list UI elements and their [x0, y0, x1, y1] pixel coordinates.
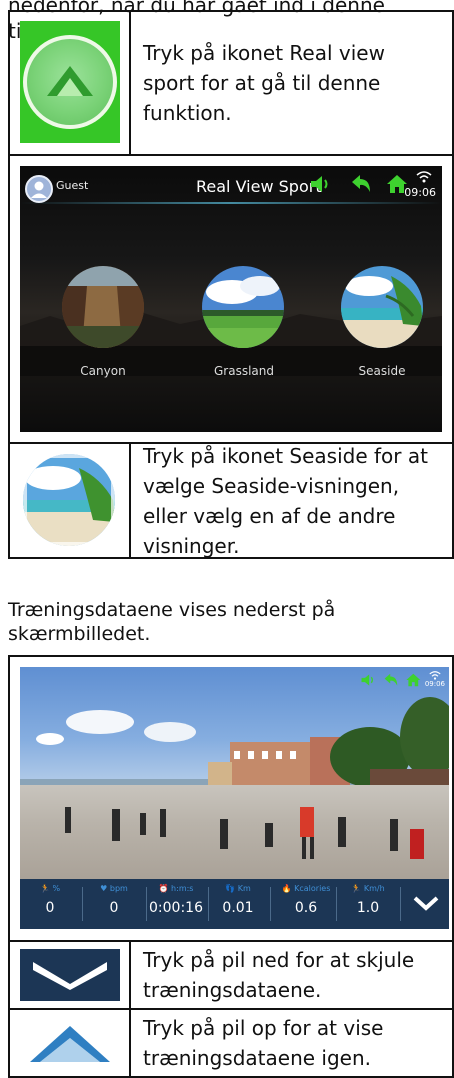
icon-cell	[10, 942, 131, 1008]
stat-incline: 🏃 % 0	[39, 884, 61, 916]
back-icon[interactable]	[383, 673, 398, 687]
stat-heart-rate: ♥ bpm 0	[100, 884, 128, 916]
training-screen: 09:06 🏃 % 0 ♥ bpm 0 ⏰ h:m:s 0:00:16 👣 Km 0.0…	[20, 667, 449, 929]
row-real-view-sport: Tryk på ikonet Real view sport for at gå…	[10, 12, 452, 156]
icon-cell	[10, 12, 131, 154]
row-show-data: Tryk på pil op for at vise træningsdatae…	[10, 1010, 452, 1076]
real-view-sport-icon	[20, 21, 120, 143]
scene-seaside[interactable]	[341, 266, 423, 348]
icon-cell	[10, 444, 131, 557]
stat-calories: 🔥 Kcalories 0.6	[281, 884, 331, 916]
volume-icon[interactable]	[361, 674, 376, 687]
instruction-table-2: 09:06 🏃 % 0 ♥ bpm 0 ⏰ h:m:s 0:00:16 👣 Km 0.0…	[8, 655, 454, 1078]
stat-speed: 🏃 Km/h 1.0	[351, 884, 385, 916]
row-hide-data: Tryk på pil ned for at skjule træningsda…	[10, 942, 452, 1010]
row-seaside: Tryk på ikonet Seaside for at vælge Seas…	[10, 443, 452, 558]
row-screenshot-training: 09:06 🏃 % 0 ♥ bpm 0 ⏰ h:m:s 0:00:16 👣 Km 0.0…	[10, 657, 452, 942]
avatar[interactable]	[25, 175, 53, 203]
wifi-icon	[429, 671, 441, 680]
training-data-bar: 🏃 % 0 ♥ bpm 0 ⏰ h:m:s 0:00:16 👣 Km 0.01 🔥 Kc…	[20, 879, 449, 929]
seaside-icon	[23, 454, 115, 546]
screen-title: Real View Sport	[196, 177, 322, 196]
row-up-text: Tryk på pil op for at vise træningsdatae…	[143, 1016, 384, 1070]
row1-text: Tryk på ikonet Real view sport for at gå…	[143, 41, 385, 125]
scene-label-seaside: Seaside	[358, 364, 406, 378]
screen-toolbar	[310, 174, 408, 194]
row-screenshot-menu: Guest Real View Sport 09:06 Canyon Grass…	[10, 156, 452, 444]
scene-label-grassland: Grassland	[214, 364, 274, 378]
scene-grassland[interactable]	[202, 266, 284, 348]
real-view-sport-screen: Guest Real View Sport 09:06 Canyon Grass…	[20, 166, 442, 432]
instruction-table-1: Tryk på ikonet Real view sport for at gå…	[8, 10, 454, 559]
row-down-text: Tryk på pil ned for at skjule træningsda…	[143, 948, 415, 1002]
clock: 09:06	[404, 186, 436, 199]
home-icon[interactable]	[406, 673, 421, 687]
chevron-up-icon	[20, 1017, 120, 1069]
row3-text: Tryk på ikonet Seaside for at vælge Seas…	[143, 443, 428, 558]
stat-time: ⏰ h:m:s 0:00:16	[149, 884, 203, 916]
chevron-down-icon[interactable]	[412, 893, 440, 913]
chevron-down-icon	[20, 949, 120, 1001]
back-icon[interactable]	[350, 174, 372, 194]
manual-page: nedenfor, når du har gået ind i denne ti…	[0, 0, 454, 1078]
stat-distance: 👣 Km 0.01	[222, 884, 254, 916]
icon-cell	[10, 1010, 131, 1076]
training-toolbar	[361, 673, 421, 687]
volume-icon[interactable]	[310, 175, 332, 193]
scene-canyon[interactable]	[62, 266, 144, 348]
user-name: Guest	[56, 179, 89, 192]
caption-training-data: Træningsdataene vises nederst på skærmbi…	[8, 599, 336, 645]
scene-label-canyon: Canyon	[80, 364, 126, 378]
wifi-icon	[416, 171, 432, 183]
clock: 09:06	[424, 680, 445, 688]
